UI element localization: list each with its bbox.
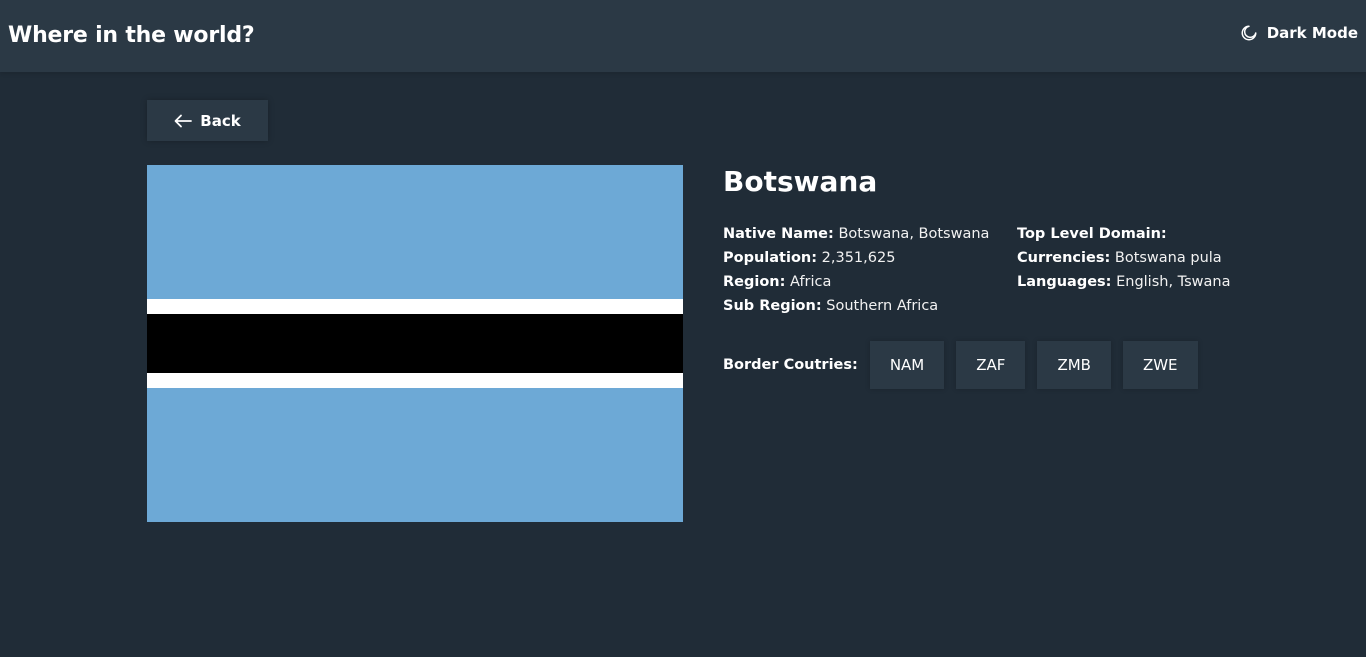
border-countries-label: Border Coutries: bbox=[723, 357, 858, 373]
moon-icon bbox=[1240, 24, 1258, 42]
border-country-button[interactable]: ZAF bbox=[956, 341, 1026, 389]
languages-label: Languages: bbox=[1017, 274, 1112, 290]
sub-region-label: Sub Region: bbox=[723, 298, 822, 314]
back-label: Back bbox=[200, 111, 241, 130]
details-left: Native Name: Botswana, Botswana Populati… bbox=[723, 222, 989, 318]
sub-region-value: Southern Africa bbox=[826, 298, 939, 314]
region-label: Region: bbox=[723, 274, 786, 290]
border-country-button[interactable]: ZWE bbox=[1122, 341, 1198, 389]
population-row: Population: 2,351,625 bbox=[723, 246, 989, 270]
currencies-label: Currencies: bbox=[1017, 250, 1111, 266]
languages-row: Languages: English, Tswana bbox=[1017, 270, 1231, 294]
population-value: 2,351,625 bbox=[821, 250, 896, 266]
border-country-button[interactable]: ZMB bbox=[1037, 341, 1111, 389]
currencies-row: Currencies: Botswana pula bbox=[1017, 246, 1231, 270]
arrow-left-icon bbox=[174, 114, 193, 128]
region-row: Region: Africa bbox=[723, 270, 989, 294]
languages-value: English, Tswana bbox=[1116, 274, 1231, 290]
native-name-label: Native Name: bbox=[723, 226, 834, 242]
app-header: Where in the world? Dark Mode bbox=[0, 0, 1366, 72]
country-flag bbox=[147, 165, 683, 522]
currencies-value: Botswana pula bbox=[1114, 250, 1222, 266]
top-level-domain-label: Top Level Domain: bbox=[1017, 226, 1167, 242]
flag-black-band bbox=[147, 314, 683, 373]
border-countries: Border Coutries: NAM ZAF ZMB ZWE bbox=[723, 341, 1210, 389]
native-name-value: Botswana, Botswana bbox=[838, 226, 990, 242]
back-button[interactable]: Back bbox=[147, 100, 268, 141]
app-title: Where in the world? bbox=[8, 23, 255, 48]
dark-mode-label: Dark Mode bbox=[1266, 24, 1358, 42]
region-value: Africa bbox=[790, 274, 832, 290]
sub-region-row: Sub Region: Southern Africa bbox=[723, 294, 989, 318]
native-name-row: Native Name: Botswana, Botswana bbox=[723, 222, 989, 246]
country-name: Botswana bbox=[723, 165, 878, 198]
population-label: Population: bbox=[723, 250, 818, 266]
border-country-button[interactable]: NAM bbox=[869, 341, 945, 389]
details-right: Top Level Domain: Currencies: Botswana p… bbox=[1017, 222, 1231, 294]
top-level-domain-row: Top Level Domain: bbox=[1017, 222, 1231, 246]
dark-mode-toggle[interactable]: Dark Mode bbox=[1240, 24, 1358, 42]
